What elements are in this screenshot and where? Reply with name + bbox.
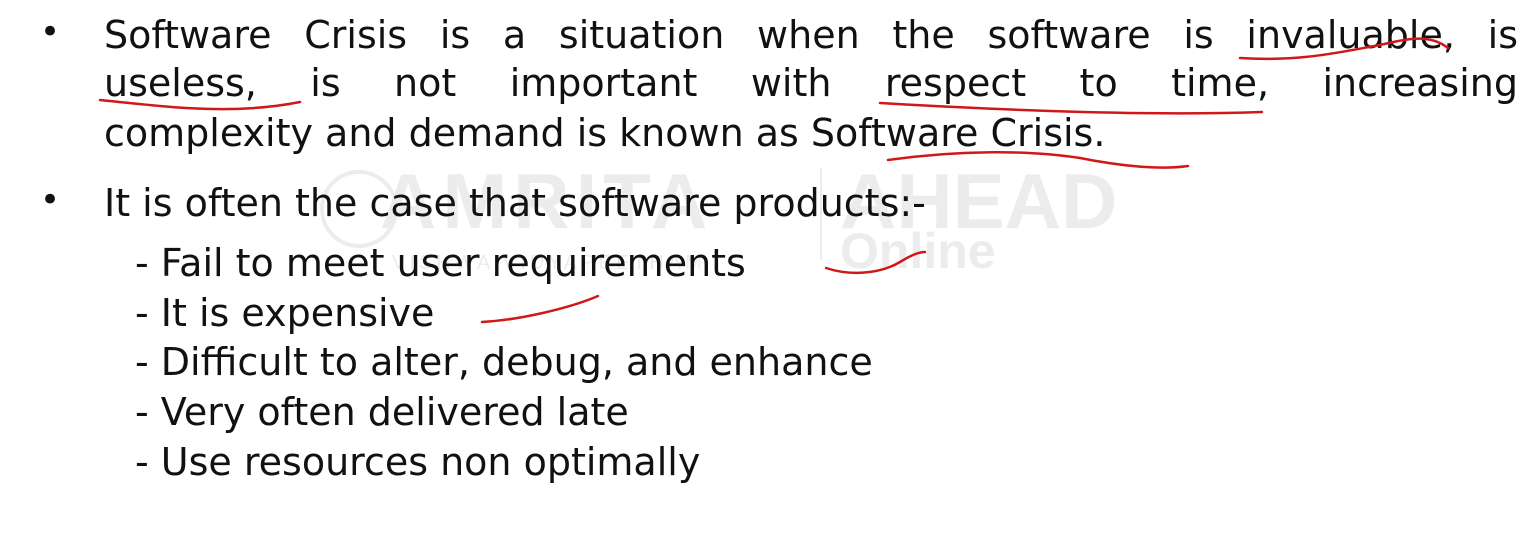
underline-fail-requirements: [824, 250, 927, 274]
underline-software-crisis: [886, 151, 1190, 169]
pen-annotations: [98, 37, 1450, 324]
underline-useless: [98, 98, 302, 111]
underline-invaluable: [1238, 37, 1450, 61]
underline-respect-to-time: [878, 101, 1264, 115]
underline-expensive: [480, 294, 600, 324]
